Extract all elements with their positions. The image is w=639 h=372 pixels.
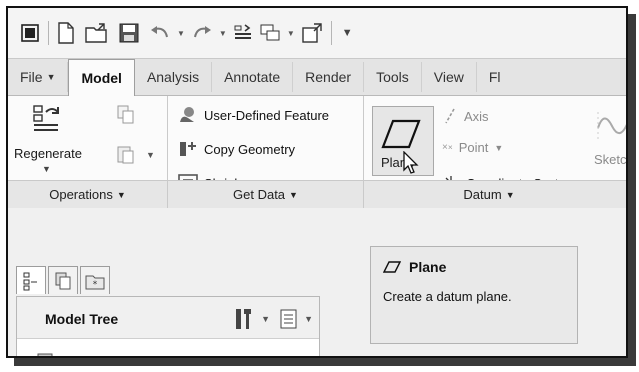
chevron-down-icon[interactable]: ▼ xyxy=(177,29,185,38)
windows-icon[interactable] xyxy=(259,20,281,46)
group-label: Datum xyxy=(463,187,502,202)
tab-view[interactable]: View xyxy=(422,62,477,92)
undo-icon[interactable] xyxy=(149,20,171,46)
customize-icon[interactable]: ▼ xyxy=(342,27,353,39)
chevron-down-icon[interactable]: ▼ xyxy=(261,314,270,324)
tab-label: File xyxy=(20,69,43,85)
group-label: Operations xyxy=(49,187,113,202)
paste-icon[interactable] xyxy=(116,144,136,166)
mouse-cursor-icon xyxy=(403,151,419,174)
ribbon-tab-bar: File ▼ Model Analysis Annotate Render Too… xyxy=(8,58,626,96)
model-tree-tools: ▼ ▼ xyxy=(233,307,313,331)
tab-annotate[interactable]: Annotate xyxy=(212,62,294,92)
tab-label: Analysis xyxy=(146,69,200,85)
chevron-down-icon: ▼ xyxy=(494,142,504,153)
axis-label: Axis xyxy=(464,108,489,124)
sketch-label[interactable]: Sketc xyxy=(594,152,626,167)
svg-text:*: * xyxy=(93,280,98,290)
user-defined-feature-button[interactable]: User-Defined Feature xyxy=(178,106,329,124)
plane-button[interactable]: Plane xyxy=(372,106,434,176)
separator xyxy=(48,21,49,45)
regenerate-small-icon[interactable] xyxy=(233,20,253,46)
favorites-tab[interactable]: * xyxy=(80,266,110,294)
tree-root-row[interactable] xyxy=(37,351,55,356)
chevron-down-icon: ▼ xyxy=(289,189,298,200)
chevron-down-icon[interactable]: ▼ xyxy=(146,150,155,160)
group-footer-operations[interactable]: Operations ▼ xyxy=(8,180,167,208)
ribbon: Regenerate ▼ ▼ ▼ Operations▼ User-Define… xyxy=(8,96,626,208)
item-label: Copy Geometry xyxy=(204,141,296,157)
model-tree-icon xyxy=(23,272,37,290)
model-tree-tab[interactable] xyxy=(16,266,46,294)
copy-icon[interactable] xyxy=(116,104,136,126)
group-footer-datum[interactable]: Datum ▼ xyxy=(364,180,626,208)
plane-tooltip: Plane Create a datum plane. xyxy=(370,246,578,344)
redo-icon[interactable] xyxy=(191,20,213,46)
folder-browser-tab[interactable] xyxy=(48,266,78,294)
tab-model[interactable]: Model xyxy=(68,59,135,96)
tab-label: Render xyxy=(305,69,352,85)
group-footer-get-data[interactable]: Get Data ▼ xyxy=(168,180,363,208)
tab-label: Fl xyxy=(488,69,501,85)
group-get-data: User-Defined Feature Copy Geometry Shrin… xyxy=(168,96,364,208)
group-operations: Regenerate ▼ ▼ ▼ Operations▼ xyxy=(8,96,168,208)
new-file-icon[interactable] xyxy=(57,20,75,46)
model-tree-panel: Model Tree ▼ ▼ xyxy=(16,296,320,356)
tab-flexible[interactable]: Fl xyxy=(477,62,513,92)
regenerate-button[interactable]: Regenerate ▼ xyxy=(14,102,84,178)
show-list-icon[interactable] xyxy=(280,309,298,329)
chevron-down-icon[interactable]: ▼ xyxy=(304,314,313,324)
save-icon[interactable] xyxy=(119,20,139,46)
tab-label: Annotate xyxy=(224,69,281,85)
group-label: Get Data xyxy=(233,187,286,202)
regenerate-icon xyxy=(33,105,59,131)
axis-button[interactable]: Axis xyxy=(442,108,489,124)
settings-tools-icon[interactable] xyxy=(233,307,255,331)
model-tree-title: Model Tree xyxy=(45,311,119,327)
tab-label: Model xyxy=(81,70,122,86)
copy-geometry-button[interactable]: Copy Geometry xyxy=(178,140,295,158)
point-icon: × × xyxy=(442,142,453,153)
model-tree-header: Model Tree ▼ ▼ xyxy=(17,297,319,339)
group-datum: Plane Axis ×× Point ▼ Coordinate System … xyxy=(364,96,628,208)
navigator-tabs: * xyxy=(16,266,112,296)
chevron-down-icon[interactable]: ▼ xyxy=(219,29,227,38)
tab-tools[interactable]: Tools xyxy=(364,62,422,92)
sketch-icon[interactable] xyxy=(596,108,628,144)
axis-icon xyxy=(442,108,458,124)
tab-label: Tools xyxy=(376,69,409,85)
tab-label: View xyxy=(433,69,464,85)
point-button[interactable]: × × Point ▼ xyxy=(442,140,503,155)
tooltip-title: Plane xyxy=(383,259,565,275)
chevron-down-icon[interactable]: ▼ xyxy=(287,29,295,38)
part-icon xyxy=(37,353,53,356)
user-defined-feature-icon xyxy=(178,106,198,124)
favorites-icon: * xyxy=(85,275,105,290)
open-folder-icon[interactable] xyxy=(85,20,109,46)
tab-analysis[interactable]: Analysis xyxy=(135,62,213,92)
chevron-down-icon: ▼ xyxy=(42,164,51,174)
plane-icon xyxy=(383,261,401,273)
folder-browser-icon xyxy=(55,272,71,289)
tab-file[interactable]: File ▼ xyxy=(8,62,69,92)
copy-geometry-icon xyxy=(178,140,198,158)
plane-icon xyxy=(381,119,421,149)
application-window: ▼ ▼ ▼ ▼ File ▼ Model Analysis Annotate Re… xyxy=(6,6,628,358)
chevron-down-icon: ▼ xyxy=(116,189,126,200)
chevron-down-icon: ▼ xyxy=(46,72,56,82)
separator xyxy=(330,21,332,45)
tooltip-title-text: Plane xyxy=(409,259,447,275)
regenerate-label: Regenerate xyxy=(14,146,82,161)
item-label: User-Defined Feature xyxy=(204,107,329,123)
tab-render[interactable]: Render xyxy=(293,62,365,92)
close-window-icon[interactable] xyxy=(301,20,323,46)
chevron-down-icon: ▼ xyxy=(505,189,515,200)
quick-access-toolbar: ▼ ▼ ▼ ▼ xyxy=(8,8,626,58)
window-icon[interactable] xyxy=(20,20,40,46)
tooltip-description: Create a datum plane. xyxy=(383,289,512,304)
point-label: Point xyxy=(458,140,489,155)
